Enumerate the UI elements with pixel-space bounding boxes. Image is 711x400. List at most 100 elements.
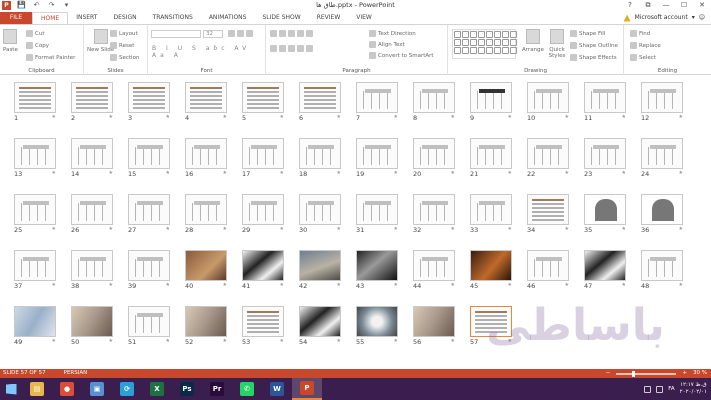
transition-star-icon[interactable]: ★	[166, 282, 170, 288]
account-area[interactable]: Microsoft account ▾ ☺	[623, 12, 705, 24]
slide-preview[interactable]	[185, 138, 227, 169]
transition-star-icon[interactable]: ★	[166, 226, 170, 232]
transition-star-icon[interactable]: ★	[679, 114, 683, 120]
transition-star-icon[interactable]: ★	[280, 170, 284, 176]
shape-fill-button[interactable]: Shape Fill	[570, 30, 605, 37]
transition-star-icon[interactable]: ★	[52, 338, 56, 344]
transition-star-icon[interactable]: ★	[280, 282, 284, 288]
slide-thumbnail[interactable]: 19 ★	[356, 138, 398, 178]
transition-star-icon[interactable]: ★	[508, 226, 512, 232]
slide-thumbnail[interactable]: 12 ★	[641, 82, 683, 122]
ribbon-display-button[interactable]: ⧉	[641, 0, 655, 10]
slide-thumbnail[interactable]: 15 ★	[128, 138, 170, 178]
slide-thumbnail[interactable]: 42 ★	[299, 250, 341, 290]
slide-preview[interactable]	[470, 250, 512, 281]
slide-preview[interactable]	[128, 138, 170, 169]
arrange-button[interactable]: Arrange	[522, 29, 544, 53]
slide-preview[interactable]	[14, 194, 56, 225]
transition-star-icon[interactable]: ★	[451, 170, 455, 176]
smiley-feedback-icon[interactable]: ☺	[699, 12, 705, 24]
start-button[interactable]	[0, 378, 22, 400]
slide-thumbnail[interactable]: 6 ★	[299, 82, 341, 122]
transition-star-icon[interactable]: ★	[280, 114, 284, 120]
taskbar-powerpoint[interactable]: P	[292, 378, 322, 400]
slide-thumbnail[interactable]: 31 ★	[356, 194, 398, 234]
transition-star-icon[interactable]: ★	[394, 226, 398, 232]
slide-preview[interactable]	[356, 250, 398, 281]
text-direction-button[interactable]: Text Direction	[369, 30, 416, 37]
slide-thumbnail[interactable]: 7 ★	[356, 82, 398, 122]
taskbar-photoshop[interactable]: Ps	[172, 378, 202, 400]
slide-preview[interactable]	[413, 138, 455, 169]
transition-star-icon[interactable]: ★	[166, 338, 170, 344]
slide-thumbnail[interactable]: 56 ★	[413, 306, 455, 346]
slide-preview[interactable]	[470, 138, 512, 169]
slide-preview[interactable]	[299, 306, 341, 337]
slide-preview[interactable]	[242, 194, 284, 225]
font-size-combo[interactable]: 32	[203, 30, 223, 38]
tab-animations[interactable]: ANIMATIONS	[201, 12, 255, 24]
transition-star-icon[interactable]: ★	[337, 282, 341, 288]
transition-star-icon[interactable]: ★	[223, 170, 227, 176]
slide-preview[interactable]	[71, 82, 113, 113]
transition-star-icon[interactable]: ★	[451, 114, 455, 120]
slide-preview[interactable]	[14, 82, 56, 113]
input-language[interactable]: FA	[668, 386, 674, 392]
slide-thumbnail[interactable]: 17 ★	[242, 138, 284, 178]
slide-thumbnail[interactable]: 20 ★	[413, 138, 455, 178]
taskbar-explorer[interactable]: ▤	[22, 378, 52, 400]
slide-thumbnail[interactable]: 11 ★	[584, 82, 626, 122]
font-format-buttons[interactable]: B I U S abc AV Aa A	[152, 45, 265, 59]
transition-star-icon[interactable]: ★	[451, 226, 455, 232]
transition-star-icon[interactable]: ★	[223, 226, 227, 232]
tab-insert[interactable]: INSERT	[68, 12, 105, 24]
slide-thumbnail[interactable]: 13 ★	[14, 138, 56, 178]
slide-preview[interactable]	[299, 250, 341, 281]
slide-thumbnail[interactable]: 29 ★	[242, 194, 284, 234]
quick-styles-button[interactable]: Quick Styles	[545, 29, 569, 59]
slide-preview[interactable]	[14, 306, 56, 337]
slide-preview[interactable]	[527, 250, 569, 281]
slide-preview[interactable]	[584, 250, 626, 281]
taskbar-excel[interactable]: X	[142, 378, 172, 400]
slide-thumbnail[interactable]: 23 ★	[584, 138, 626, 178]
slide-thumbnail[interactable]: 4 ★	[185, 82, 227, 122]
slide-thumbnail[interactable]: 39 ★	[128, 250, 170, 290]
slide-preview[interactable]	[299, 194, 341, 225]
slide-thumbnail[interactable]: 51 ★	[128, 306, 170, 346]
slide-thumbnail[interactable]: 41 ★	[242, 250, 284, 290]
taskbar-sync[interactable]: ⟳	[112, 378, 142, 400]
transition-star-icon[interactable]: ★	[52, 226, 56, 232]
slide-thumbnail[interactable]: 36 ★	[641, 194, 683, 234]
slide-thumbnail[interactable]: 33 ★	[470, 194, 512, 234]
slide-thumbnail[interactable]: 2 ★	[71, 82, 113, 122]
close-button[interactable]: ✕	[695, 0, 709, 10]
slide-thumbnail[interactable]: 35 ★	[584, 194, 626, 234]
tab-review[interactable]: REVIEW	[309, 12, 349, 24]
transition-star-icon[interactable]: ★	[565, 282, 569, 288]
slide-preview[interactable]	[299, 82, 341, 113]
slide-preview[interactable]	[470, 194, 512, 225]
slide-preview[interactable]	[185, 306, 227, 337]
slide-preview[interactable]	[527, 194, 569, 225]
slide-preview[interactable]	[71, 250, 113, 281]
transition-star-icon[interactable]: ★	[451, 282, 455, 288]
format-painter-button[interactable]: Format Painter	[26, 54, 75, 61]
transition-star-icon[interactable]: ★	[508, 114, 512, 120]
slide-preview[interactable]	[185, 194, 227, 225]
slide-thumbnail[interactable]: 40 ★	[185, 250, 227, 290]
transition-star-icon[interactable]: ★	[622, 170, 626, 176]
slide-thumbnail[interactable]: 50 ★	[71, 306, 113, 346]
tab-view[interactable]: VIEW	[348, 12, 380, 24]
taskbar-chrome[interactable]: ●	[52, 378, 82, 400]
slide-preview[interactable]	[242, 250, 284, 281]
slide-thumbnail[interactable]: 18 ★	[299, 138, 341, 178]
account-label[interactable]: Microsoft account	[635, 12, 688, 24]
slide-thumbnail[interactable]: 10 ★	[527, 82, 569, 122]
clock[interactable]: ۱۲:۱۷ ق.ظ ۲۰۲۰/۰۲/۰۱	[680, 382, 707, 396]
paste-button[interactable]: Paste	[3, 29, 18, 53]
help-button[interactable]: ?	[623, 0, 637, 10]
slide-thumbnail[interactable]: 21 ★	[470, 138, 512, 178]
taskbar-computer[interactable]: ▣	[82, 378, 112, 400]
slide-preview[interactable]	[356, 194, 398, 225]
